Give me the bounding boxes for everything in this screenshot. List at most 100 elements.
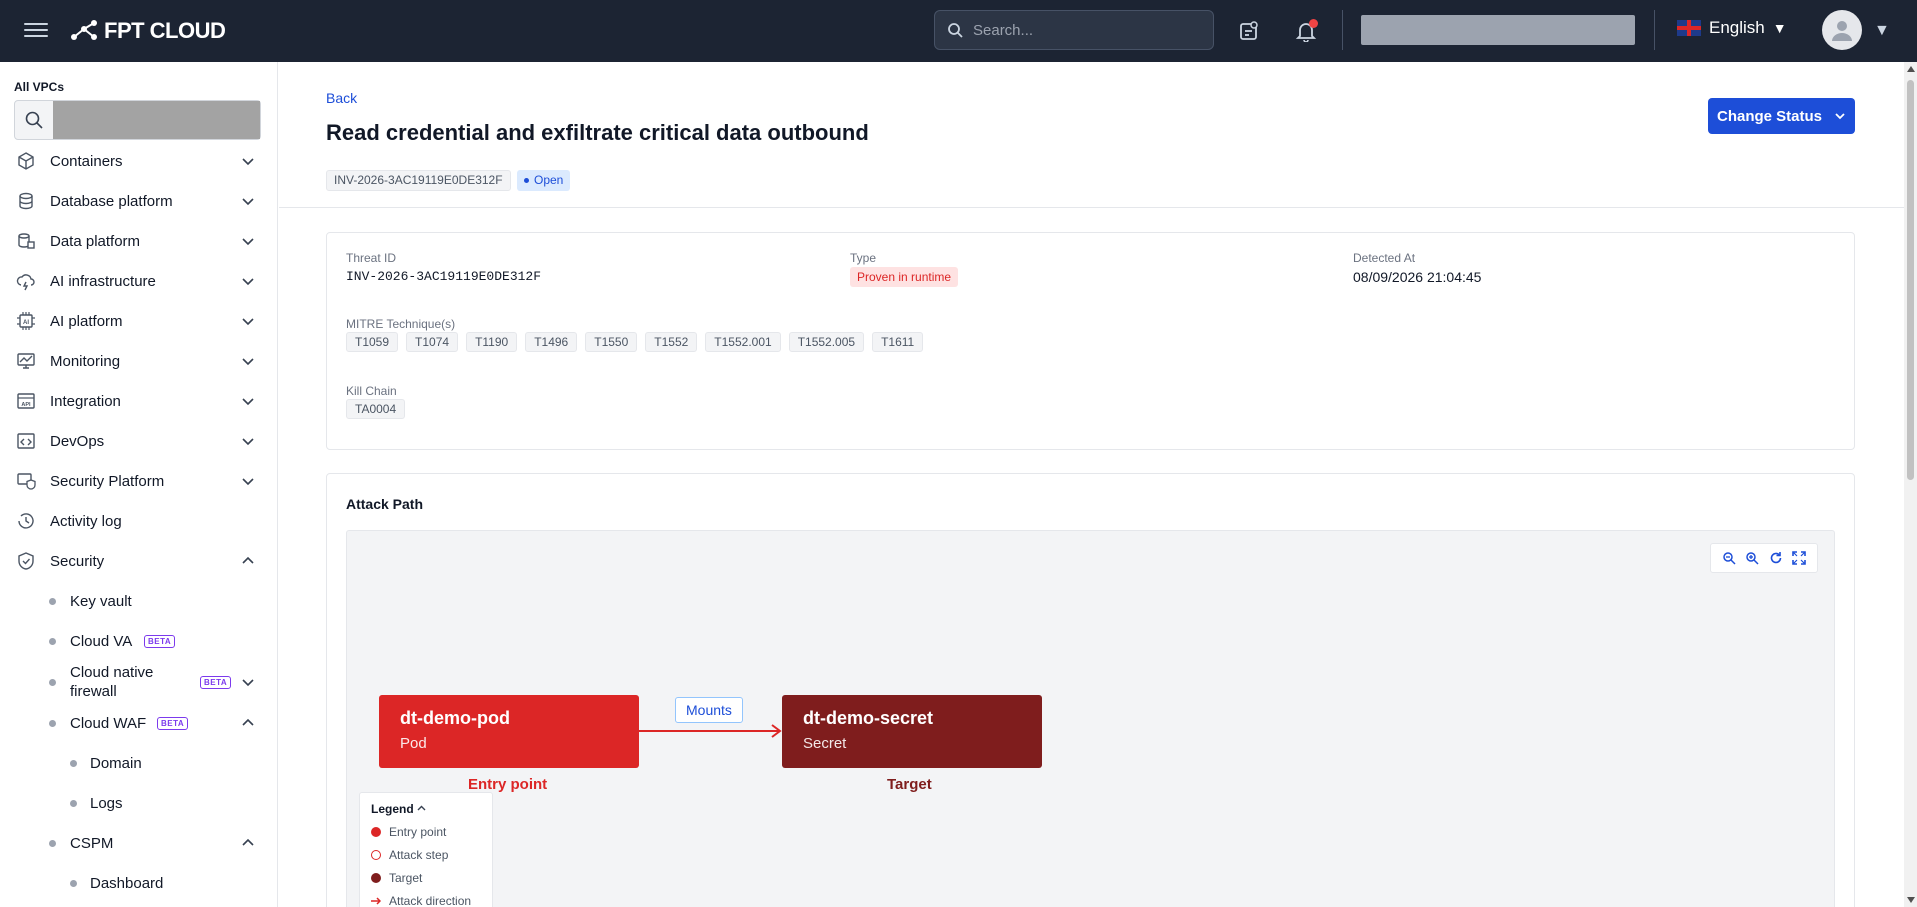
- security-platform-icon: [14, 469, 38, 493]
- bullet-icon: [49, 719, 56, 727]
- caret-down-icon[interactable]: ▼: [1874, 22, 1890, 40]
- status-label: Open: [534, 173, 564, 187]
- sidebar-item-data-platform[interactable]: Data platform: [0, 221, 277, 261]
- chevron-down-icon: [242, 158, 254, 166]
- attack-step-swatch-icon: [371, 850, 381, 860]
- sidebar-item-label: Cloud native firewall: [70, 664, 154, 700]
- sidebar-item-cloud-waf[interactable]: Cloud WAF BETA: [0, 703, 277, 743]
- fullscreen-icon[interactable]: [1791, 550, 1807, 566]
- tasks-icon[interactable]: [1235, 17, 1263, 45]
- edge-label: Mounts: [675, 697, 743, 723]
- sidebar-item-monitoring[interactable]: Monitoring: [0, 341, 277, 381]
- sidebar-item-security-platform[interactable]: Security Platform: [0, 461, 277, 501]
- chevron-down-icon: [242, 398, 254, 406]
- sidebar-item-cloud-native-firewall[interactable]: Cloud native firewall BETA: [0, 661, 277, 703]
- svg-text:AI: AI: [23, 320, 29, 326]
- sidebar-item-devops[interactable]: DevOps: [0, 421, 277, 461]
- bullet-icon: [49, 839, 56, 847]
- sidebar-item-label: CSPM: [70, 834, 114, 852]
- change-status-button[interactable]: Change Status: [1708, 98, 1855, 134]
- svg-text:API: API: [21, 402, 31, 408]
- status-dot-icon: [524, 178, 529, 183]
- user-avatar[interactable]: [1822, 10, 1862, 50]
- shield-icon: [14, 549, 38, 573]
- chevron-down-icon: [242, 679, 254, 687]
- node-caption-target: Target: [887, 776, 932, 793]
- sidebar-item-label: Security: [50, 552, 105, 570]
- sidebar-item-ai-infrastructure[interactable]: AI infrastructure: [0, 261, 277, 301]
- sidebar-item-cloud-va[interactable]: Cloud VA BETA: [0, 621, 277, 661]
- mitre-technique-tag: T1496: [525, 332, 578, 352]
- chevron-up-icon: [417, 805, 426, 811]
- attack-edge-arrow: [639, 724, 782, 738]
- zoom-out-icon[interactable]: [1721, 550, 1737, 566]
- search-input[interactable]: [973, 21, 1193, 39]
- mitre-technique-tag: T1059: [346, 332, 399, 352]
- change-status-label: Change Status: [1716, 107, 1822, 125]
- sidebar-item-label: Dashboard: [90, 874, 164, 892]
- logo-mark-icon: [71, 20, 97, 40]
- node-name: dt-demo-secret: [803, 708, 934, 728]
- menu-icon[interactable]: [24, 19, 48, 43]
- zoom-in-icon[interactable]: [1744, 550, 1760, 566]
- node-kind: Secret: [803, 735, 847, 752]
- chevron-down-icon: [242, 318, 254, 326]
- type-badge: Proven in runtime: [850, 267, 959, 287]
- sidebar-item-label: Activity log: [50, 512, 122, 530]
- chevron-down-icon: [242, 238, 254, 246]
- language-selector[interactable]: English ▼: [1677, 18, 1787, 38]
- sidebar-item-domain[interactable]: Domain: [0, 743, 277, 783]
- reset-icon[interactable]: [1768, 550, 1784, 566]
- ai-chip-icon: AI: [14, 309, 38, 333]
- sidebar: All VPCs Containers Database platform Da…: [0, 62, 278, 907]
- beta-badge: BETA: [200, 675, 232, 689]
- sidebar-item-ai-platform[interactable]: AI AI platform: [0, 301, 277, 341]
- attack-path-graph[interactable]: dt-demo-pod Pod Entry point Mounts dt-de…: [346, 530, 1835, 907]
- back-link[interactable]: Back: [326, 90, 357, 106]
- sidebar-item-security[interactable]: Security: [0, 541, 277, 581]
- vpc-search[interactable]: [14, 100, 261, 140]
- database-icon: [14, 189, 38, 213]
- bullet-icon: [49, 637, 56, 645]
- sidebar-item-logs[interactable]: Logs: [0, 783, 277, 823]
- kill-chain-list: TA0004: [346, 399, 406, 419]
- sidebar-item-label: Containers: [50, 152, 123, 170]
- sidebar-item-activity-log[interactable]: Activity log: [0, 501, 277, 541]
- redacted-field: [53, 101, 260, 139]
- legend-item: Entry point: [371, 825, 446, 839]
- scrollbar-thumb[interactable]: [1907, 80, 1914, 480]
- sidebar-item-key-vault[interactable]: Key vault: [0, 581, 277, 621]
- mitre-technique-tag: T1611: [872, 332, 924, 352]
- notification-bell-icon[interactable]: [1292, 17, 1320, 45]
- graph-node-target[interactable]: dt-demo-secret Secret: [782, 695, 1042, 768]
- sidebar-item-cspm[interactable]: CSPM: [0, 823, 277, 863]
- data-stack-icon: [14, 229, 38, 253]
- mitre-technique-tag: T1552.005: [788, 332, 865, 352]
- sidebar-item-containers[interactable]: Containers: [0, 141, 277, 181]
- bullet-icon: [70, 799, 77, 807]
- sidebar-item-integration[interactable]: API Integration: [0, 381, 277, 421]
- sidebar-item-label: DevOps: [50, 432, 105, 450]
- notification-dot: [1309, 19, 1318, 28]
- entry-point-swatch-icon: [371, 827, 381, 837]
- scroll-down-icon[interactable]: [1907, 897, 1915, 903]
- legend-title[interactable]: Legend: [371, 802, 426, 816]
- chevron-down-icon: [242, 358, 254, 366]
- graph-node-entry-point[interactable]: dt-demo-pod Pod: [379, 695, 639, 768]
- page-scrollbar[interactable]: [1904, 62, 1917, 907]
- api-icon: API: [14, 389, 38, 413]
- sidebar-item-database-platform[interactable]: Database platform: [0, 181, 277, 221]
- mitre-technique-tag: T1552: [645, 332, 698, 352]
- mitre-label: MITRE Technique(s): [346, 317, 456, 331]
- logo-text: FPT CLOUD: [104, 18, 226, 43]
- investigation-id-chip: INV-2026-3AC19119E0DE312F: [326, 170, 511, 191]
- fpt-cloud-logo[interactable]: FPT CLOUD: [70, 17, 226, 45]
- scroll-up-icon[interactable]: [1907, 66, 1915, 72]
- graph-toolbar: [1710, 543, 1818, 573]
- node-kind: Pod: [400, 735, 427, 752]
- global-search[interactable]: [934, 10, 1214, 50]
- sidebar-item-dashboard[interactable]: Dashboard: [0, 863, 277, 903]
- mitre-technique-tag: T1190: [466, 332, 518, 352]
- header-divider: [279, 207, 1904, 208]
- kill-chain-tag: TA0004: [346, 399, 406, 419]
